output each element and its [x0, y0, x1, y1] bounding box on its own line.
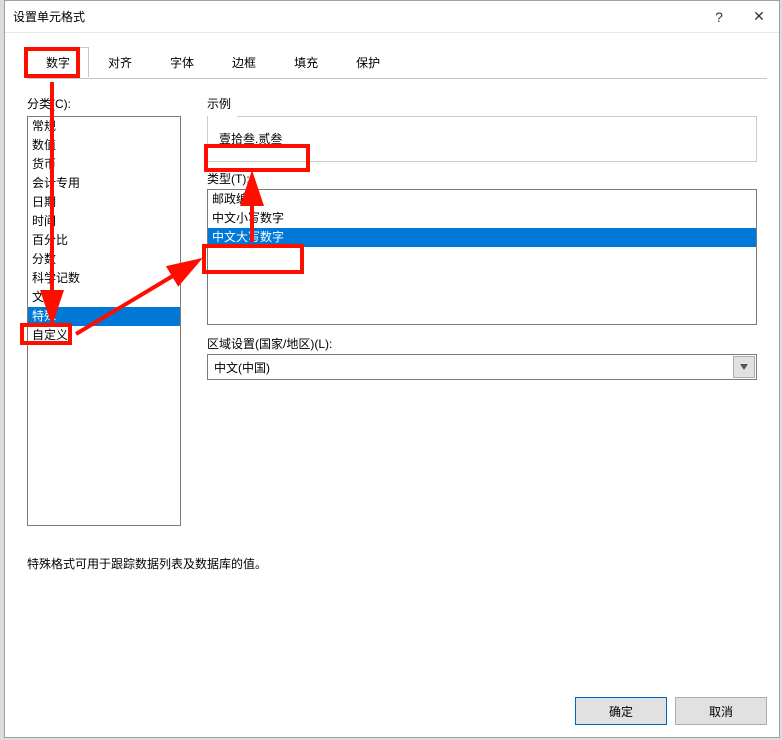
type-item-zipcode[interactable]: 邮政编码	[208, 190, 756, 209]
type-item-cncap[interactable]: 中文大写数字	[208, 228, 756, 247]
category-label: 分类(C):	[27, 95, 187, 112]
category-item-custom[interactable]: 自定义	[28, 326, 180, 345]
tab-number[interactable]: 数字	[27, 47, 89, 77]
category-item-text[interactable]: 文本	[28, 288, 180, 307]
chevron-down-icon[interactable]	[733, 356, 755, 378]
region-value: 中文(中国)	[208, 359, 732, 376]
sample-group: 示例 壹拾叁.贰叁	[207, 95, 757, 160]
tab-label: 数字	[46, 56, 70, 70]
close-button[interactable]: ✕	[739, 1, 779, 33]
category-item-time[interactable]: 时间	[28, 212, 180, 231]
button-label: 确定	[609, 703, 633, 720]
category-item-general[interactable]: 常规	[28, 117, 180, 136]
category-item-number[interactable]: 数值	[28, 136, 180, 155]
tab-label: 填充	[294, 56, 318, 70]
content-area: 分类(C): 常规 数值 货币 会计专用 日期 时间 百分比 分数 科学记数 文…	[5, 77, 779, 526]
region-label: 区域设置(国家/地区)(L):	[207, 335, 757, 352]
sample-box: 壹拾叁.贰叁	[207, 108, 757, 160]
type-list[interactable]: 邮政编码 中文小写数字 中文大写数字	[207, 189, 757, 325]
dialog-title: 设置单元格式	[13, 8, 699, 25]
tabs: 数字 对齐 字体 边框 填充 保护	[27, 47, 779, 77]
description-text: 特殊格式可用于跟踪数据列表及数据库的值。	[27, 555, 267, 572]
format-cells-dialog: 设置单元格式 ? ✕ 数字 对齐 字体 边框 填充 保护 分类(C): 常规 数…	[4, 0, 780, 738]
button-label: 取消	[709, 703, 733, 720]
tab-label: 边框	[232, 56, 256, 70]
cancel-button[interactable]: 取消	[675, 697, 767, 725]
type-item-cnsmall[interactable]: 中文小写数字	[208, 209, 756, 228]
ok-button[interactable]: 确定	[575, 697, 667, 725]
tab-font[interactable]: 字体	[151, 47, 213, 77]
footer: 确定 取消	[575, 697, 767, 725]
category-item-fraction[interactable]: 分数	[28, 250, 180, 269]
help-button[interactable]: ?	[699, 1, 739, 33]
tab-label: 保护	[356, 56, 380, 70]
category-item-account[interactable]: 会计专用	[28, 174, 180, 193]
tab-label: 字体	[170, 56, 194, 70]
category-item-date[interactable]: 日期	[28, 193, 180, 212]
category-item-percent[interactable]: 百分比	[28, 231, 180, 250]
tab-protection[interactable]: 保护	[337, 47, 399, 77]
tab-border[interactable]: 边框	[213, 47, 275, 77]
tab-label: 对齐	[108, 56, 132, 70]
category-item-special[interactable]: 特殊	[28, 307, 180, 326]
category-item-scinot[interactable]: 科学记数	[28, 269, 180, 288]
type-label: 类型(T):	[207, 170, 757, 187]
titlebar: 设置单元格式 ? ✕	[5, 1, 779, 33]
tab-fill[interactable]: 填充	[275, 47, 337, 77]
sample-value: 壹拾叁.贰叁	[219, 132, 282, 146]
category-list[interactable]: 常规 数值 货币 会计专用 日期 时间 百分比 分数 科学记数 文本 特殊 自定…	[27, 116, 181, 526]
region-select[interactable]: 中文(中国)	[207, 354, 757, 380]
category-item-currency[interactable]: 货币	[28, 155, 180, 174]
tab-alignment[interactable]: 对齐	[89, 47, 151, 77]
